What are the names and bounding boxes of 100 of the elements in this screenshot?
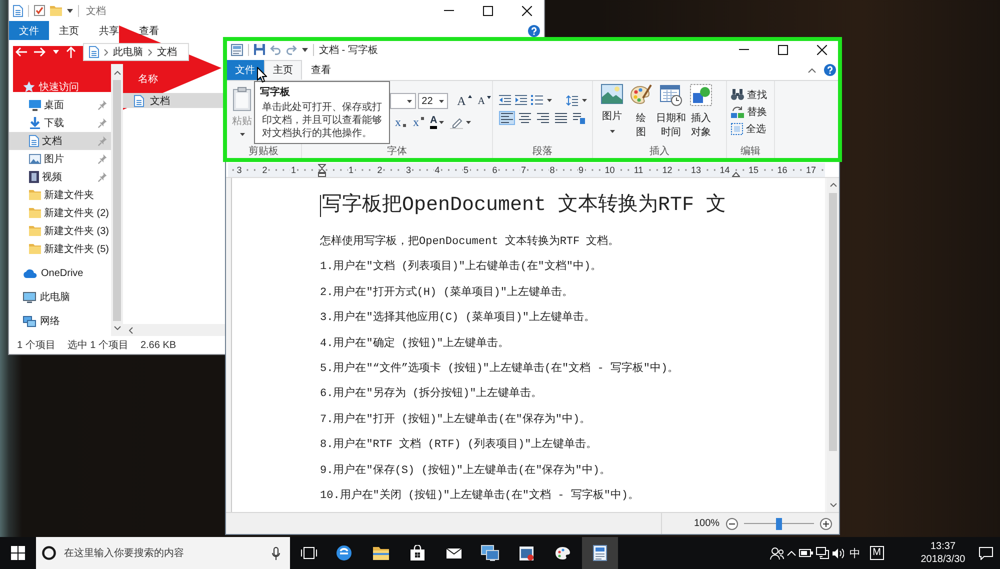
nav-item[interactable]: 桌面: [9, 96, 111, 114]
superscript-button[interactable]: x: [410, 114, 425, 130]
font-name-field[interactable]: [390, 93, 416, 109]
input-method-indicator[interactable]: 中: [850, 546, 861, 560]
ribbon-button[interactable]: 替换: [731, 103, 774, 120]
nav-item[interactable]: 新建文件夹 (2): [9, 204, 111, 222]
people-icon[interactable]: [770, 546, 784, 560]
caret-icon: [439, 100, 444, 102]
caret-icon[interactable]: [67, 8, 73, 12]
status-text: 1 个项目: [17, 339, 56, 352]
help-icon[interactable]: [824, 64, 836, 76]
redo-icon[interactable]: [286, 44, 297, 54]
nav-item[interactable]: 文档: [9, 132, 111, 150]
document-icon[interactable]: [13, 4, 23, 16]
envelope-icon: [446, 548, 462, 558]
input-mode-indicator[interactable]: M: [870, 546, 884, 560]
select-all-icon: [731, 122, 743, 134]
forward-arrow-icon[interactable]: [34, 47, 46, 57]
nav-item[interactable]: 新建文件夹 (3): [9, 222, 111, 240]
zoom-in-icon[interactable]: [820, 518, 832, 530]
justify-icon[interactable]: [553, 111, 569, 125]
nav-item[interactable]: 快速访问: [9, 78, 111, 96]
outdent-icon[interactable]: [499, 95, 511, 105]
font-size-field[interactable]: 22: [418, 93, 448, 109]
taskbar-button[interactable]: [582, 537, 618, 569]
checkbox-icon[interactable]: [34, 5, 45, 16]
subscript-button[interactable]: x: [392, 114, 407, 130]
ribbon-tab[interactable]: 主页: [264, 60, 302, 80]
slider-thumb[interactable]: [776, 518, 782, 530]
zoom-slider[interactable]: [744, 518, 814, 530]
column-header[interactable]: 名称: [138, 72, 158, 88]
network-icon[interactable]: [816, 547, 829, 559]
search-field[interactable]: 在这里输入你要搜索的内容: [36, 537, 290, 569]
breadcrumb[interactable]: 文档: [157, 45, 177, 59]
folder-icon: [29, 226, 41, 236]
document-paragraph: 10.用户在"关闭 (按钮)"上左键单击(在"文档 - 写字板"中)。: [320, 488, 640, 504]
ribbon-tab[interactable]: 主页: [49, 21, 89, 40]
caret-icon: [439, 120, 444, 124]
microphone-icon[interactable]: [272, 546, 280, 560]
scrollbar-thumb[interactable]: [113, 80, 121, 321]
zoom-out-icon[interactable]: [726, 518, 738, 530]
align-center-icon[interactable]: [517, 111, 533, 125]
help-icon[interactable]: [528, 24, 540, 36]
volume-icon[interactable]: [832, 548, 844, 558]
highlighter-icon[interactable]: [450, 116, 464, 128]
save-icon[interactable]: [254, 44, 265, 55]
ribbon-tab[interactable]: 查看: [129, 21, 169, 40]
close-icon: [817, 44, 827, 54]
align-right-icon[interactable]: [535, 111, 551, 125]
ribbon-button[interactable]: 绘图: [627, 81, 655, 145]
nav-item[interactable]: 视频: [9, 168, 111, 186]
notification-icon[interactable]: [979, 546, 993, 560]
align-left-icon[interactable]: [499, 111, 515, 125]
computer-icon: [23, 292, 36, 302]
caret-icon[interactable]: [53, 50, 59, 54]
task-view-icon[interactable]: [301, 547, 317, 559]
palette-icon: [630, 84, 652, 106]
font-color-button[interactable]: A: [428, 114, 448, 130]
undo-icon[interactable]: [270, 44, 281, 54]
ribbon-button[interactable]: 图片: [598, 81, 626, 145]
nav-item[interactable]: 此电脑: [9, 288, 111, 306]
nav-item[interactable]: OneDrive: [9, 264, 111, 282]
scrollbar[interactable]: [123, 324, 226, 336]
nav-item[interactable]: 下载: [9, 114, 111, 132]
nav-item[interactable]: 新建文件夹: [9, 186, 111, 204]
nav-item[interactable]: 网络: [9, 312, 111, 330]
ribbon-tab[interactable]: 文件: [9, 21, 49, 40]
caret-icon[interactable]: [302, 48, 308, 52]
caret-icon[interactable]: [582, 98, 587, 102]
nav-item[interactable]: 图片: [9, 150, 111, 168]
clock[interactable]: 13:37 2018/3/30: [913, 540, 973, 566]
ribbon-tab[interactable]: 查看: [302, 60, 340, 80]
battery-icon[interactable]: [798, 549, 813, 557]
indent-icon[interactable]: [515, 95, 527, 105]
grow-font-button[interactable]: A: [454, 93, 473, 109]
nav-item[interactable]: 新建文件夹 (5): [9, 240, 111, 258]
ribbon-button[interactable]: 插入对象: [687, 81, 715, 145]
paragraph-settings-icon[interactable]: [571, 110, 587, 126]
status-text: 2.66 KB: [140, 340, 176, 350]
shrink-font-button[interactable]: A: [474, 93, 492, 109]
line-spacing-icon[interactable]: [566, 94, 578, 106]
window-title: 文档: [86, 4, 106, 18]
ribbon-button[interactable]: 日期和时间: [656, 81, 686, 145]
up-arrow-icon[interactable]: [66, 46, 76, 58]
breadcrumb[interactable]: 此电脑: [113, 45, 143, 59]
scrollbar-thumb[interactable]: [829, 193, 837, 451]
back-arrow-icon[interactable]: [15, 47, 27, 57]
bullet-list-icon[interactable]: [531, 95, 543, 105]
file-item[interactable]: 文档: [123, 93, 226, 108]
indent-marker-icon[interactable]: [318, 164, 326, 176]
address-bar[interactable]: 此电脑 文档: [83, 43, 189, 61]
wordpad-icon[interactable]: [231, 44, 243, 56]
ruler-number: 3: [236, 164, 243, 176]
ribbon-button[interactable]: 全选: [731, 120, 774, 137]
document-paragraph: 怎样使用写字板，把OpenDocument 文本转换为RTF 文档。: [320, 234, 620, 250]
caret-icon[interactable]: [547, 98, 552, 102]
ribbon-tab[interactable]: 共享: [89, 21, 129, 40]
caret-icon[interactable]: [466, 120, 472, 124]
ribbon-button[interactable]: 查找: [731, 86, 774, 103]
scrollbar[interactable]: [111, 64, 123, 336]
